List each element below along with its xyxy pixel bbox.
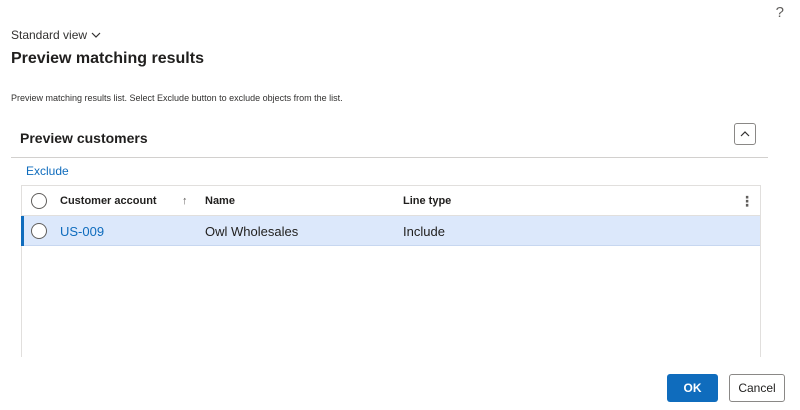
sort-ascending-icon[interactable]: ↑ (182, 186, 188, 216)
row-select-radio[interactable] (31, 223, 47, 239)
exclude-button[interactable]: Exclude (26, 164, 69, 178)
cell-customer-account[interactable]: US-009 (60, 216, 104, 246)
help-icon[interactable]: ? (776, 4, 784, 21)
page-description: Preview matching results list. Select Ex… (11, 93, 343, 103)
selected-row-indicator (21, 216, 24, 246)
customers-grid: Customer account ↑ Name Line type ⋮ US-0… (21, 185, 761, 357)
section-header: Preview customers (11, 118, 768, 158)
select-all-radio[interactable] (31, 193, 47, 209)
view-selector-label: Standard view (11, 28, 88, 42)
column-header-name[interactable]: Name (205, 186, 235, 216)
column-header-line-type[interactable]: Line type (403, 186, 451, 216)
page-title: Preview matching results (11, 50, 204, 67)
column-header-customer-account[interactable]: Customer account (60, 186, 157, 216)
cell-name: Owl Wholesales (205, 223, 299, 239)
more-options-icon[interactable]: ⋮ (740, 186, 754, 216)
cancel-button[interactable]: Cancel (729, 374, 785, 402)
table-row[interactable]: US-009 Owl Wholesales Include (21, 216, 760, 246)
ok-button[interactable]: OK (667, 374, 718, 402)
grid-header: Customer account ↑ Name Line type ⋮ (22, 186, 760, 216)
chevron-up-icon (740, 131, 750, 137)
collapse-section-button[interactable] (734, 123, 756, 145)
cell-line-type: Include (403, 223, 445, 239)
view-selector[interactable]: Standard view (11, 28, 101, 42)
section-title: Preview customers (20, 130, 148, 146)
chevron-down-icon (91, 32, 101, 38)
